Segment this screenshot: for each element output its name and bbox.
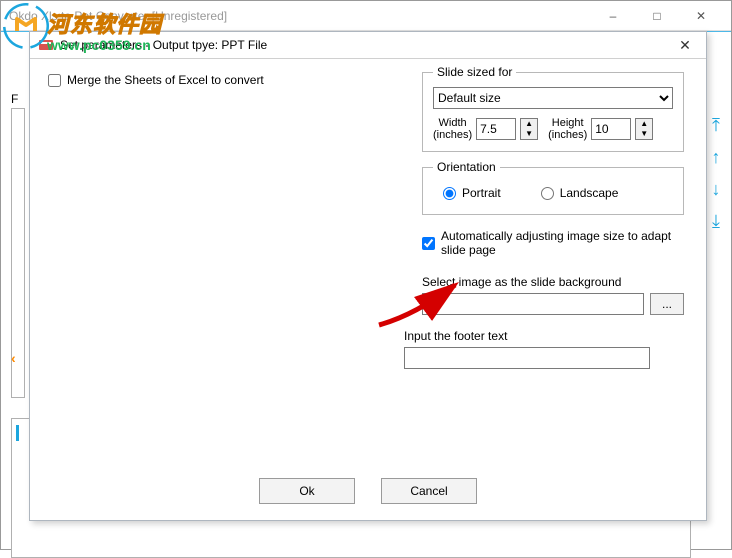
background-image-path-input[interactable] — [422, 293, 644, 315]
move-bottom-icon[interactable]: ⤓ — [707, 212, 725, 230]
ok-button[interactable]: Ok — [259, 478, 355, 504]
side-arrow-toolbar: ⤒ ↑ ↓ ⤓ — [707, 116, 725, 230]
height-input[interactable] — [591, 118, 631, 140]
dialog-close-button[interactable]: ✕ — [670, 34, 700, 56]
cancel-button[interactable]: Cancel — [381, 478, 477, 504]
slide-sized-group: Slide sized for Default size Width (inch… — [422, 65, 684, 152]
orientation-group: Orientation Portrait Landscape — [422, 160, 684, 215]
minimize-button[interactable]: – — [591, 2, 635, 30]
merge-sheets-label: Merge the Sheets of Excel to convert — [67, 73, 264, 87]
width-spinner[interactable]: ▲▼ — [520, 118, 538, 140]
move-up-icon[interactable]: ↑ — [707, 148, 725, 166]
parent-titlebar: Okdo Xls to Ppt Converter [Unregistered]… — [1, 1, 731, 31]
dialog-title: Set parameters - Output tpye: PPT File — [60, 38, 670, 52]
move-top-icon[interactable]: ⤒ — [707, 116, 725, 134]
set-parameters-dialog: Set parameters - Output tpye: PPT File ✕… — [29, 31, 707, 521]
close-button[interactable]: ✕ — [679, 2, 723, 30]
auto-adjust-row: Automatically adjusting image size to ad… — [422, 229, 684, 257]
auto-adjust-checkbox[interactable] — [422, 237, 435, 250]
slide-size-select[interactable]: Default size — [433, 87, 673, 109]
divider-handle: ‹ — [11, 350, 16, 366]
orientation-portrait[interactable]: Portrait — [443, 186, 501, 200]
dialog-body: Merge the Sheets of Excel to convert Sli… — [30, 58, 706, 520]
browse-button[interactable]: ... — [650, 293, 684, 315]
landscape-radio[interactable] — [541, 187, 554, 200]
file-list-header: F — [11, 92, 18, 106]
slide-sized-legend: Slide sized for — [433, 65, 516, 79]
width-input[interactable] — [476, 118, 516, 140]
parent-title: Okdo Xls to Ppt Converter [Unregistered] — [9, 9, 591, 23]
orientation-legend: Orientation — [433, 160, 500, 174]
footer-text-label: Input the footer text — [404, 329, 684, 343]
dialog-button-row: Ok Cancel — [30, 478, 706, 504]
height-label: Height (inches) — [548, 117, 587, 141]
footer-text-input[interactable] — [404, 347, 650, 369]
orientation-landscape[interactable]: Landscape — [541, 186, 619, 200]
dialog-titlebar: Set parameters - Output tpye: PPT File ✕ — [30, 32, 706, 58]
merge-sheets-checkbox[interactable] — [48, 74, 61, 87]
width-label: Width (inches) — [433, 117, 472, 141]
select-image-label: Select image as the slide background — [422, 275, 684, 289]
dialog-icon — [38, 37, 54, 53]
auto-adjust-label: Automatically adjusting image size to ad… — [441, 229, 684, 257]
portrait-radio[interactable] — [443, 187, 456, 200]
window-controls: – □ ✕ — [591, 2, 723, 30]
move-down-icon[interactable]: ↓ — [707, 180, 725, 198]
height-spinner[interactable]: ▲▼ — [635, 118, 653, 140]
maximize-button[interactable]: □ — [635, 2, 679, 30]
